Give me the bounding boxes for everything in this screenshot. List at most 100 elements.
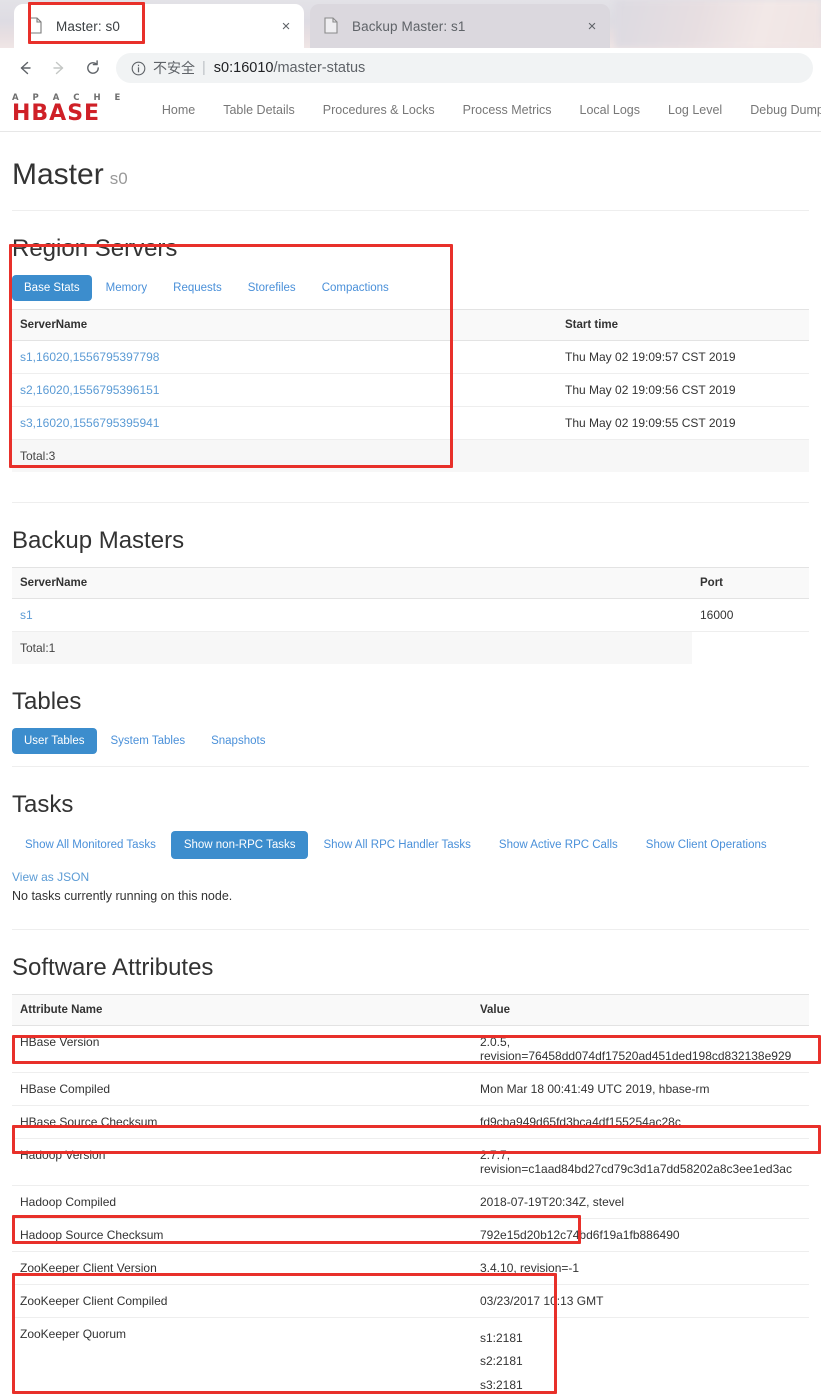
table-row: s1,16020,1556795397798 Thu May 02 19:09:…: [12, 340, 809, 374]
nav-item-table-details[interactable]: Table Details: [209, 103, 309, 117]
page-subtitle: s0: [109, 169, 128, 188]
nav-item-procedures-locks[interactable]: Procedures & Locks: [309, 103, 449, 117]
browser-tab-backup-master-s1[interactable]: Backup Master: s1 ×: [310, 4, 610, 48]
back-icon[interactable]: [8, 51, 42, 85]
table-header-row: Attribute Name Value: [12, 994, 809, 1026]
region-servers-tabs: Base Stats Memory Requests Storefiles Co…: [12, 275, 809, 301]
close-icon[interactable]: ×: [276, 16, 296, 36]
table-row: Hadoop Compiled 2018-07-19T20:34Z, steve…: [12, 1185, 809, 1219]
table-row: Hadoop Version 2.7.7, revision=c1aad84bd…: [12, 1138, 809, 1186]
attribute-value: Mon Mar 18 00:41:49 UTC 2019, hbase-rm: [472, 1072, 809, 1106]
tab-show-client-operations[interactable]: Show Client Operations: [633, 831, 780, 859]
tab-snapshots[interactable]: Snapshots: [199, 728, 277, 754]
page-icon: [28, 17, 44, 35]
forward-icon[interactable]: [42, 51, 76, 85]
column-header-servername: ServerName: [12, 567, 692, 599]
address-bar-url: s0:16010/master-status: [214, 60, 366, 76]
hbase-master-status-page: A P A C H E HBASE Home Table Details Pro…: [0, 88, 821, 1394]
new-tab-button[interactable]: +: [625, 12, 651, 38]
table-row: ZooKeeper Quorum s1:2181 s2:2181 s3:2181: [12, 1317, 809, 1394]
column-header-servername: ServerName: [12, 309, 557, 341]
table-header-row: ServerName Start time: [12, 309, 809, 341]
regionserver-start-time: Thu May 02 19:09:55 CST 2019: [557, 406, 809, 440]
nav-item-log-level[interactable]: Log Level: [654, 103, 736, 117]
url-path: /master-status: [273, 60, 366, 76]
nav-item-home[interactable]: Home: [148, 103, 209, 117]
tab-system-tables[interactable]: System Tables: [99, 728, 198, 754]
page-title: Master s0: [12, 158, 809, 192]
browser-tab-master-s0[interactable]: Master: s0 ×: [14, 4, 304, 48]
attribute-value-quorum: s1:2181 s2:2181 s3:2181: [472, 1317, 809, 1394]
table-row: ZooKeeper Client Version 3.4.10, revisio…: [12, 1251, 809, 1285]
region-servers-total: Total:3: [12, 439, 557, 472]
software-attributes-table: Attribute Name Value HBase Version 2.0.5…: [12, 994, 809, 1394]
site-navbar: A P A C H E HBASE Home Table Details Pro…: [0, 88, 821, 132]
backup-master-link[interactable]: s1: [20, 608, 33, 622]
address-bar[interactable]: 不安全 | s0:16010/master-status: [116, 53, 813, 83]
logo-hbase-text: HBASE: [12, 100, 101, 126]
tab-requests[interactable]: Requests: [161, 275, 234, 301]
table-row: s3,16020,1556795395941 Thu May 02 19:09:…: [12, 406, 809, 440]
tasks-tabs: Show All Monitored Tasks Show non-RPC Ta…: [12, 831, 809, 859]
column-header-start-time: Start time: [557, 309, 809, 341]
nav-item-local-logs[interactable]: Local Logs: [566, 103, 654, 117]
regionserver-link[interactable]: s2,16020,1556795396151: [20, 383, 159, 397]
table-row: Hadoop Source Checksum 792e15d20b12c74bd…: [12, 1218, 809, 1252]
tab-storefiles[interactable]: Storefiles: [236, 275, 308, 301]
attribute-value: 3.4.10, revision=-1: [472, 1251, 809, 1285]
region-servers-table: ServerName Start time s1,16020,155679539…: [12, 309, 809, 472]
tab-show-active-rpc-calls[interactable]: Show Active RPC Calls: [486, 831, 631, 859]
regionserver-link[interactable]: s1,16020,1556795397798: [20, 350, 159, 364]
page-icon: [324, 17, 340, 35]
tab-show-non-rpc-tasks[interactable]: Show non-RPC Tasks: [170, 831, 309, 859]
backup-masters-total: Total:1: [12, 631, 692, 664]
browser-tab-title: Master: s0: [56, 18, 121, 34]
attribute-name: ZooKeeper Client Compiled: [12, 1284, 472, 1318]
attribute-value: 2.0.5, revision=76458dd074df17520ad451de…: [472, 1025, 809, 1073]
tables-heading: Tables: [12, 688, 82, 715]
regionserver-start-time: Thu May 02 19:09:57 CST 2019: [557, 340, 809, 374]
attribute-name: Hadoop Compiled: [12, 1185, 472, 1219]
tab-compactions[interactable]: Compactions: [310, 275, 401, 301]
attribute-value: 792e15d20b12c74bd6f19a1fb886490: [472, 1218, 809, 1252]
table-total-row: Total:1: [12, 631, 809, 664]
tab-show-all-rpc-handler-tasks[interactable]: Show All RPC Handler Tasks: [310, 831, 483, 859]
tab-show-all-monitored-tasks[interactable]: Show All Monitored Tasks: [12, 831, 169, 859]
tasks-empty-message: No tasks currently running on this node.: [12, 889, 233, 903]
backup-masters-table: ServerName Port s1 16000 Total:1: [12, 567, 809, 664]
tab-memory[interactable]: Memory: [94, 275, 160, 301]
tab-base-stats[interactable]: Base Stats: [12, 275, 92, 301]
view-as-json-link[interactable]: View as JSON: [12, 870, 89, 884]
omnibox-separator: |: [202, 60, 206, 76]
attribute-name: ZooKeeper Quorum: [12, 1317, 472, 1394]
attribute-name: HBase Source Checksum: [12, 1105, 472, 1139]
attribute-name: HBase Compiled: [12, 1072, 472, 1106]
nav-item-process-metrics[interactable]: Process Metrics: [449, 103, 566, 117]
url-host: s0:16010: [213, 60, 274, 76]
nav-item-debug-dump[interactable]: Debug Dump: [736, 103, 821, 117]
reload-icon[interactable]: [76, 51, 110, 85]
tables-tabs: User Tables System Tables Snapshots: [12, 728, 809, 767]
tab-user-tables[interactable]: User Tables: [12, 728, 97, 754]
regionserver-link[interactable]: s3,16020,1556795395941: [20, 416, 159, 430]
attribute-name: ZooKeeper Client Version: [12, 1251, 472, 1285]
attribute-name: Hadoop Source Checksum: [12, 1218, 472, 1252]
info-circle-icon[interactable]: [130, 60, 146, 76]
hbase-logo[interactable]: A P A C H E HBASE: [12, 94, 126, 124]
browser-toolbar: 不安全 | s0:16010/master-status: [0, 48, 821, 88]
attribute-value: 03/23/2017 10:13 GMT: [472, 1284, 809, 1318]
divider: [12, 929, 809, 930]
page-content: Master s0 Region Servers Base Stats Memor…: [0, 158, 821, 1394]
close-icon[interactable]: ×: [582, 16, 602, 36]
table-header-row: ServerName Port: [12, 567, 809, 599]
table-row: s1 16000: [12, 598, 809, 632]
browser-tabstrip: Master: s0 × Backup Master: s1 × +: [0, 0, 821, 48]
security-status-label: 不安全: [153, 61, 195, 77]
divider: [12, 210, 809, 211]
backup-masters-heading: Backup Masters: [12, 527, 185, 554]
software-attributes-heading: Software Attributes: [12, 954, 214, 981]
table-total-row: Total:3: [12, 439, 809, 472]
attribute-value: 2.7.7, revision=c1aad84bd27cd79c3d1a7dd5…: [472, 1138, 809, 1186]
region-servers-heading: Region Servers: [12, 235, 178, 262]
attribute-name: Hadoop Version: [12, 1138, 472, 1186]
